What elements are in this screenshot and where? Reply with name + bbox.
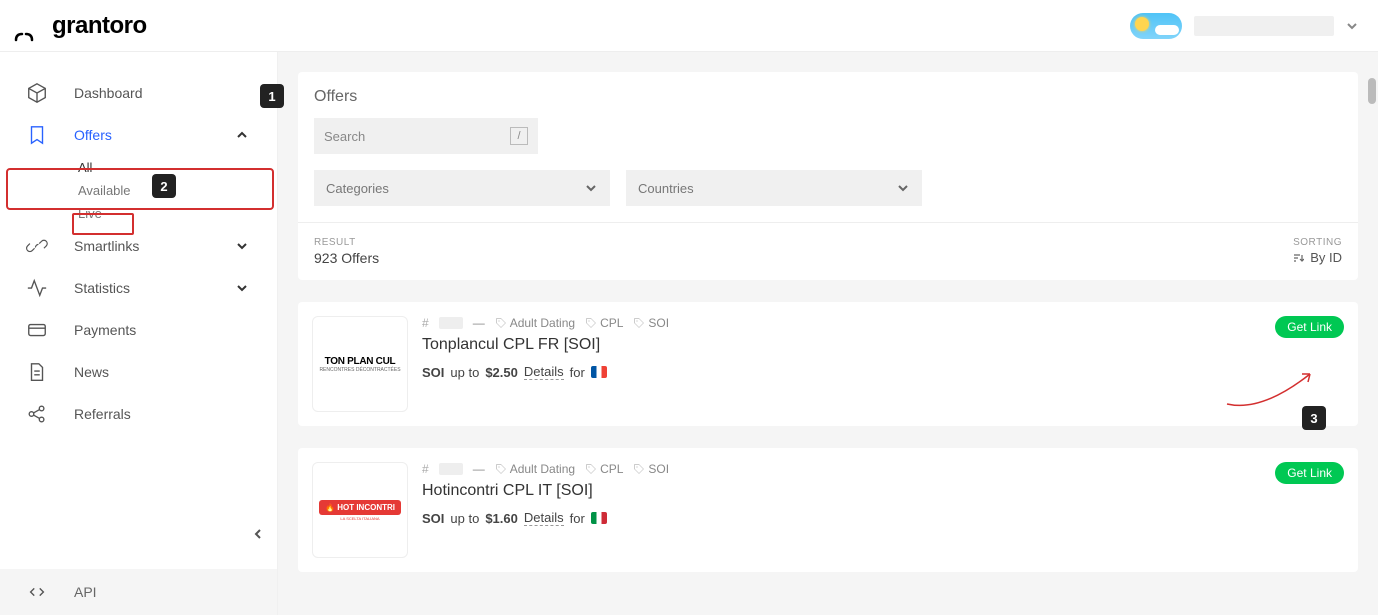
dropdown-label: Categories	[326, 181, 389, 196]
sorting-label: SORTING	[1292, 237, 1342, 248]
sidebar-item-payments[interactable]: Payments	[0, 309, 277, 351]
chevron-down-icon[interactable]	[1346, 20, 1358, 32]
sorting-value: By ID	[1310, 250, 1342, 265]
cube-icon	[26, 82, 48, 104]
get-link-button[interactable]: Get Link	[1275, 462, 1344, 484]
nav-label: Dashboard	[74, 85, 143, 101]
search-placeholder: Search	[324, 129, 365, 144]
tag[interactable]: SOI	[633, 316, 669, 330]
brand-logo[interactable]: grantoro	[52, 12, 147, 40]
chevron-down-icon	[896, 181, 910, 195]
link-icon	[26, 235, 48, 257]
main-content: Offers Search / Categories Countries	[278, 52, 1378, 615]
offer-id-blurred	[439, 317, 463, 329]
weather-widget[interactable]	[1130, 13, 1182, 39]
sidebar-item-dashboard[interactable]: Dashboard	[0, 72, 277, 114]
offer-payout: SOI up to $1.60 Details for	[422, 510, 1344, 526]
sidebar-item-smartlinks[interactable]: Smartlinks	[0, 225, 277, 267]
thumb-text: 🔥 HOT INCONTRI	[319, 500, 401, 515]
nav-label: Smartlinks	[74, 238, 139, 254]
code-icon	[26, 581, 48, 603]
header: grantoro	[0, 0, 1378, 52]
thumb-subtext: RENCONTRES DÉCONTRACTÉES	[319, 367, 400, 373]
categories-dropdown[interactable]: Categories	[314, 170, 610, 206]
nav-label: Statistics	[74, 280, 130, 296]
offer-card: 🔥 HOT INCONTRI LA SCELTA ITALIANA # — Ad…	[298, 448, 1358, 572]
user-menu[interactable]	[1194, 16, 1334, 36]
countries-dropdown[interactable]: Countries	[626, 170, 922, 206]
sidebar-item-offers[interactable]: Offers	[0, 114, 277, 156]
offer-title[interactable]: Tonplancul CPL FR [SOI]	[422, 336, 1344, 354]
result-count: 923 Offers	[314, 250, 379, 266]
details-link[interactable]: Details	[524, 364, 564, 380]
scrollbar[interactable]	[1368, 78, 1376, 104]
details-link[interactable]: Details	[524, 510, 564, 526]
search-hotkey: /	[510, 127, 528, 145]
search-input[interactable]: Search /	[314, 118, 538, 154]
thumb-text: TON PLAN CUL	[325, 356, 396, 367]
nav-label: News	[74, 364, 109, 380]
tag[interactable]: Adult Dating	[495, 462, 575, 476]
dash: —	[473, 316, 485, 330]
offer-id-prefix: #	[422, 316, 429, 330]
offer-id-prefix: #	[422, 462, 429, 476]
file-icon	[26, 361, 48, 383]
result-label: RESULT	[314, 237, 379, 248]
filter-panel: Offers Search / Categories Countries	[298, 72, 1358, 280]
offer-thumbnail[interactable]: TON PLAN CUL RENCONTRES DÉCONTRACTÉES	[312, 316, 408, 412]
bookmark-icon	[26, 124, 48, 146]
sidebar-collapse-button[interactable]	[251, 527, 265, 541]
tag[interactable]: CPL	[585, 316, 623, 330]
result-bar: RESULT 923 Offers SORTING By ID	[298, 222, 1358, 280]
tag[interactable]: CPL	[585, 462, 623, 476]
thumb-subtext: LA SCELTA ITALIANA	[340, 516, 379, 521]
chevron-down-icon	[235, 281, 249, 295]
tag[interactable]: SOI	[633, 462, 669, 476]
dash: —	[473, 462, 485, 476]
sidebar-sub-live[interactable]: Live	[78, 202, 277, 225]
flag-it-icon	[591, 512, 607, 524]
get-link-button[interactable]: Get Link	[1275, 316, 1344, 338]
share-icon	[26, 403, 48, 425]
offer-thumbnail[interactable]: 🔥 HOT INCONTRI LA SCELTA ITALIANA	[312, 462, 408, 558]
flag-fr-icon	[591, 366, 607, 378]
offer-title[interactable]: Hotincontri CPL IT [SOI]	[422, 482, 1344, 500]
offer-meta: # — Adult Dating CPL SOI	[422, 462, 1344, 476]
sidebar-sub-all[interactable]: All	[78, 156, 277, 179]
card-icon	[26, 319, 48, 341]
chevron-up-icon	[235, 128, 249, 142]
chevron-down-icon	[235, 239, 249, 253]
nav-label: API	[74, 584, 97, 600]
page-title: Offers	[298, 88, 1358, 118]
offer-meta: # — Adult Dating CPL SOI	[422, 316, 1344, 330]
activity-icon	[26, 277, 48, 299]
nav-label: Referrals	[74, 406, 131, 422]
nav-label: Payments	[74, 322, 136, 338]
offers-submenu: All Available Live	[0, 156, 277, 225]
dropdown-label: Countries	[638, 181, 694, 196]
sidebar-sub-available[interactable]: Available	[78, 179, 277, 202]
sorting-dropdown[interactable]: By ID	[1292, 250, 1342, 265]
sidebar: Dashboard Offers All Available Live Smar…	[0, 52, 278, 615]
offer-card: TON PLAN CUL RENCONTRES DÉCONTRACTÉES # …	[298, 302, 1358, 426]
sidebar-item-news[interactable]: News	[0, 351, 277, 393]
offer-payout: SOI up to $2.50 Details for	[422, 364, 1344, 380]
offer-id-blurred	[439, 463, 463, 475]
nav-label: Offers	[74, 127, 112, 143]
chevron-down-icon	[584, 181, 598, 195]
tag[interactable]: Adult Dating	[495, 316, 575, 330]
sidebar-item-api[interactable]: API	[0, 569, 277, 615]
sidebar-item-statistics[interactable]: Statistics	[0, 267, 277, 309]
sort-icon	[1292, 252, 1304, 264]
sidebar-item-referrals[interactable]: Referrals	[0, 393, 277, 435]
